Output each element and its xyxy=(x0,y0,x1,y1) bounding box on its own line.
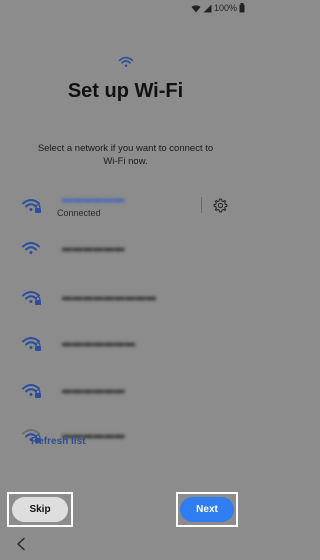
network-item-connected[interactable]: ▬▬▬▬▬▬ Connected xyxy=(0,190,251,222)
skip-button-label: Skip xyxy=(12,497,68,522)
page-subtitle: Select a network if you want to connect … xyxy=(20,142,231,168)
battery-percent: 100% xyxy=(213,3,237,13)
network-name: ▬▬▬▬▬▬▬ xyxy=(62,338,136,349)
network-item[interactable]: ▬▬▬▬▬▬▬▬▬ xyxy=(0,282,251,314)
page-title: Set up Wi-Fi xyxy=(67,80,184,102)
battery-icon xyxy=(239,3,245,13)
network-name: ▬▬▬▬▬▬ xyxy=(62,385,125,396)
signal-icon xyxy=(203,4,212,12)
network-item[interactable]: ▬▬▬▬▬▬ xyxy=(0,375,251,407)
skip-button[interactable]: Skip xyxy=(7,492,73,527)
status-bar: 100% xyxy=(191,3,245,13)
wifi-status-icon xyxy=(191,4,201,12)
wifi-lock-icon xyxy=(22,384,41,398)
gear-icon[interactable] xyxy=(212,197,229,214)
subtitle-line-2: Wi-Fi now. xyxy=(103,156,148,167)
network-item[interactable]: ▬▬▬▬▬▬▬ xyxy=(0,328,251,360)
network-name: ▬▬▬▬▬▬▬▬▬ xyxy=(62,292,157,303)
divider xyxy=(201,197,202,213)
wifi-lock-icon xyxy=(22,337,41,351)
back-nav-icon[interactable] xyxy=(15,537,27,551)
wifi-lock-icon xyxy=(22,199,41,213)
refresh-list-link[interactable]: Refresh list xyxy=(31,436,85,447)
network-name: ▬▬▬▬▬▬ xyxy=(62,194,125,205)
network-name: ▬▬▬▬▬▬ xyxy=(62,243,125,254)
subtitle-line-1: Select a network if you want to connect … xyxy=(37,143,214,154)
network-status: Connected xyxy=(57,208,101,218)
header-wifi-icon xyxy=(0,55,251,69)
wifi-icon xyxy=(22,242,40,254)
wifi-lock-icon xyxy=(22,291,41,305)
next-button-label: Next xyxy=(180,497,234,522)
network-item[interactable]: ▬▬▬▬▬▬ xyxy=(0,233,251,265)
next-button[interactable]: Next xyxy=(176,492,238,527)
